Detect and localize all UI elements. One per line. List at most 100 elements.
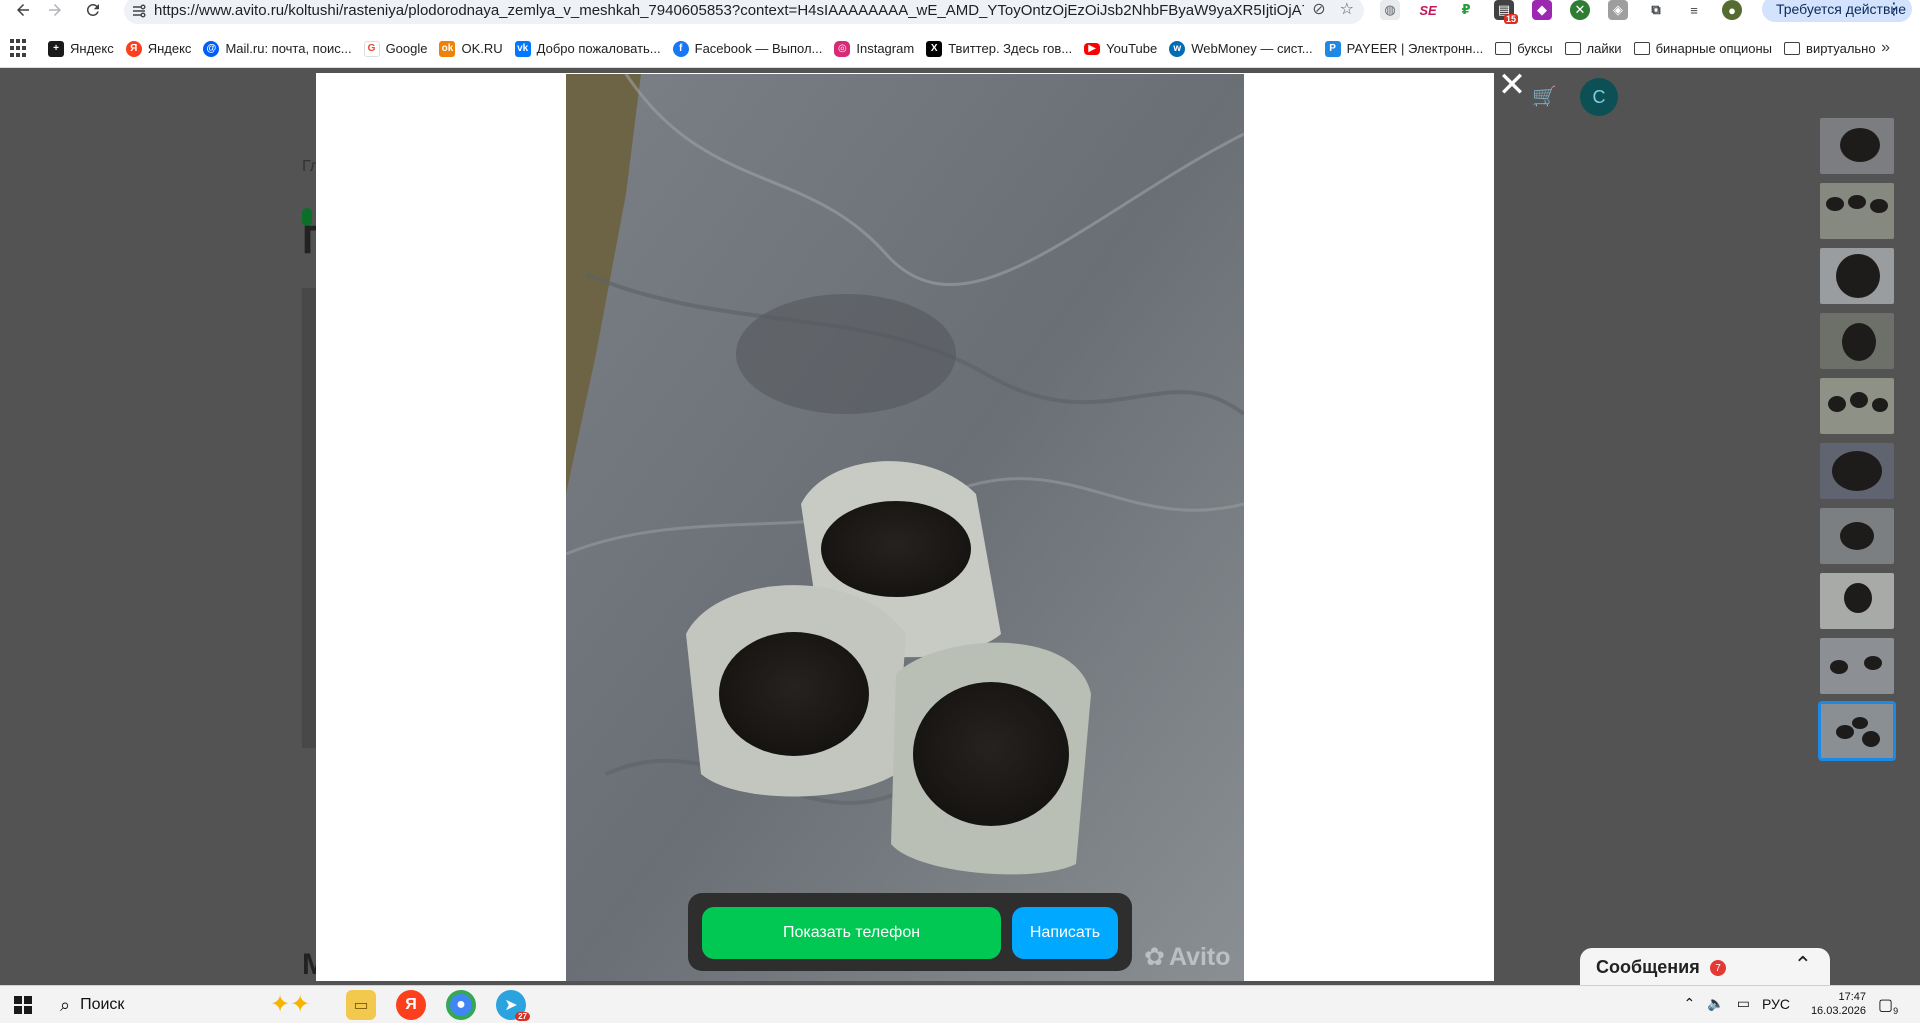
x-icon: X [926, 40, 943, 57]
address-bar[interactable]: https://www.avito.ru/koltushi/rasteniya/… [124, 0, 1364, 24]
bookmarks-bar: + Яндекс Я Яндекс @ Mail.ru: почта, поис...… [0, 30, 1920, 68]
watermark-text: Avito [1168, 942, 1231, 971]
bookmark-item[interactable]: f Facebook — Выпол... [667, 35, 829, 63]
language-indicator[interactable]: РУС [1762, 996, 1790, 1012]
telegram-icon[interactable]: ➤ 27 [496, 990, 530, 1021]
chevron-up-icon[interactable]: ⌃ [1794, 952, 1812, 978]
bookmark-item[interactable]: ok OK.RU [433, 35, 508, 63]
windows-start-icon[interactable] [14, 996, 32, 1014]
close-icon[interactable]: ✕ [1497, 66, 1527, 104]
media-control-icon[interactable]: ≡ [1684, 0, 1704, 20]
yandex-plus-icon: + [48, 40, 64, 57]
site-info-icon[interactable] [124, 0, 154, 23]
copilot-sparkle-icon[interactable]: ✦✦ [270, 990, 310, 1019]
notification-icon[interactable]: ▢9 [1878, 995, 1898, 1016]
bookmark-item[interactable]: P PAYEER | Электронн... [1319, 35, 1490, 63]
facebook-icon: f [672, 40, 689, 57]
watermark: ✿ Avito [1144, 942, 1231, 972]
xbox-extension-icon[interactable]: ✕ [1570, 0, 1590, 20]
google-icon: G [363, 40, 380, 57]
bookmark-item[interactable]: vk Добро пожаловать... [509, 35, 667, 63]
bookmark-label: буксы [1517, 41, 1553, 56]
bookmark-item[interactable]: Я Яндекс [120, 35, 198, 63]
listing-photo [302, 288, 316, 748]
bookmark-item[interactable]: ◎ Instagram [828, 35, 920, 63]
taskbar-search[interactable]: ⌕ Поиск [50, 986, 270, 1023]
chrome-icon[interactable]: ● [446, 990, 476, 1020]
clock-time: 17:47 [1838, 991, 1866, 1003]
extensions-puzzle-icon[interactable]: ⧉ [1646, 0, 1666, 20]
tray-chevron-icon[interactable]: ⌃ [1684, 995, 1696, 1012]
gallery-photo [566, 74, 1244, 981]
apps-grid-icon[interactable] [10, 38, 30, 59]
thumbnail[interactable] [1820, 378, 1894, 434]
back-icon[interactable] [8, 0, 38, 20]
messages-panel[interactable]: Сообщения 7 ⌃ [1580, 948, 1830, 986]
volume-icon[interactable]: 🔈 [1707, 995, 1724, 1012]
extension-badge: 15 [1503, 14, 1518, 24]
browser-toolbar: https://www.avito.ru/koltushi/rasteniya/… [0, 0, 1920, 30]
telegram-badge: 27 [515, 1012, 530, 1021]
thumbnail-active[interactable] [1818, 701, 1896, 761]
taskbar-search-placeholder: Поиск [80, 996, 125, 1013]
url-text[interactable]: https://www.avito.ru/koltushi/rasteniya/… [154, 2, 1304, 19]
bookmark-label: Mail.ru: почта, поис... [225, 41, 352, 56]
thumbnail[interactable] [1820, 313, 1894, 369]
network-icon[interactable]: ▭ [1737, 995, 1750, 1012]
bookmark-label: Instagram [856, 41, 915, 56]
translate-extension-icon[interactable]: ◍ [1380, 0, 1400, 20]
bookmarks-overflow-icon[interactable]: » [1881, 39, 1890, 57]
forward-icon[interactable] [40, 0, 70, 20]
bookmark-label: Яндекс [147, 41, 192, 56]
bookmark-label: OK.RU [461, 41, 503, 56]
file-explorer-icon[interactable]: ▭ [346, 990, 376, 1020]
mailru-icon: @ [203, 40, 220, 57]
youtube-icon: ▶ [1084, 42, 1101, 55]
messages-title: Сообщения [1596, 957, 1700, 977]
bookmark-folder[interactable]: буксы [1489, 35, 1558, 63]
avito-logo-icon: ✿ [1144, 943, 1165, 971]
yandex-icon: Я [125, 40, 142, 57]
eye-off-icon[interactable]: ⊘ [1312, 0, 1325, 19]
bookmark-label: WebMoney — сист... [1191, 41, 1313, 56]
profile-avatar-icon[interactable]: ● [1722, 0, 1742, 20]
menu-kebab-icon[interactable]: ⋮ [1886, 0, 1902, 19]
bookmark-item[interactable]: X Твиттер. Здесь гов... [920, 35, 1078, 63]
folder-icon [1564, 42, 1581, 55]
action-required-button[interactable]: Требуется действие ⋮ [1762, 0, 1912, 22]
bookmark-folder[interactable]: лайки [1559, 35, 1628, 63]
bookmark-item[interactable]: G Google [358, 35, 434, 63]
bookmark-item[interactable]: w WebMoney — сист... [1163, 35, 1318, 63]
bookmark-item[interactable]: ▶ YouTube [1078, 35, 1163, 63]
bookmark-star-icon[interactable]: ☆ [1340, 0, 1354, 19]
ruble-extension-icon[interactable]: ₽ [1456, 0, 1476, 20]
bookmark-label: бинарные опционы [1655, 41, 1773, 56]
gem-extension-icon[interactable]: ◆ [1532, 0, 1552, 20]
reload-icon[interactable] [78, 0, 108, 20]
write-message-button[interactable]: Написать [1012, 907, 1118, 959]
bookmark-label: виртуально [1806, 41, 1876, 56]
clock[interactable]: 17:47 16.03.2026 [1808, 990, 1866, 1018]
shield-extension-icon[interactable]: ◈ [1608, 0, 1628, 20]
thumbnail[interactable] [1820, 443, 1894, 499]
thumbnail[interactable] [1820, 508, 1894, 564]
thumbnail[interactable] [1820, 573, 1894, 629]
thumbnail[interactable] [1820, 248, 1894, 304]
bookmark-label: лайки [1586, 41, 1622, 56]
avatar[interactable]: С [1580, 78, 1618, 116]
bookmark-label: PAYEER | Электронн... [1346, 41, 1484, 56]
bookmark-item[interactable]: @ Mail.ru: почта, поис... [197, 35, 357, 63]
yandex-browser-icon[interactable]: Я [396, 990, 426, 1020]
bookmark-item[interactable]: + Яндекс [42, 35, 120, 63]
thumbnail[interactable] [1820, 118, 1894, 174]
cart-icon[interactable]: 🛒 [1532, 84, 1557, 108]
bookmark-folder[interactable]: бинарные опционы [1628, 35, 1778, 63]
se-extension-icon[interactable]: SE [1418, 0, 1438, 20]
bookmark-folder[interactable]: виртуально [1778, 35, 1882, 63]
show-phone-button[interactable]: Показать телефон [702, 907, 1001, 959]
thumbnail[interactable] [1820, 638, 1894, 694]
calendar-extension-icon[interactable]: ▤ 15 [1494, 0, 1518, 24]
bookmark-label: Твиттер. Здесь гов... [948, 41, 1073, 56]
thumbnail[interactable] [1820, 183, 1894, 239]
folder-icon [1633, 42, 1650, 55]
